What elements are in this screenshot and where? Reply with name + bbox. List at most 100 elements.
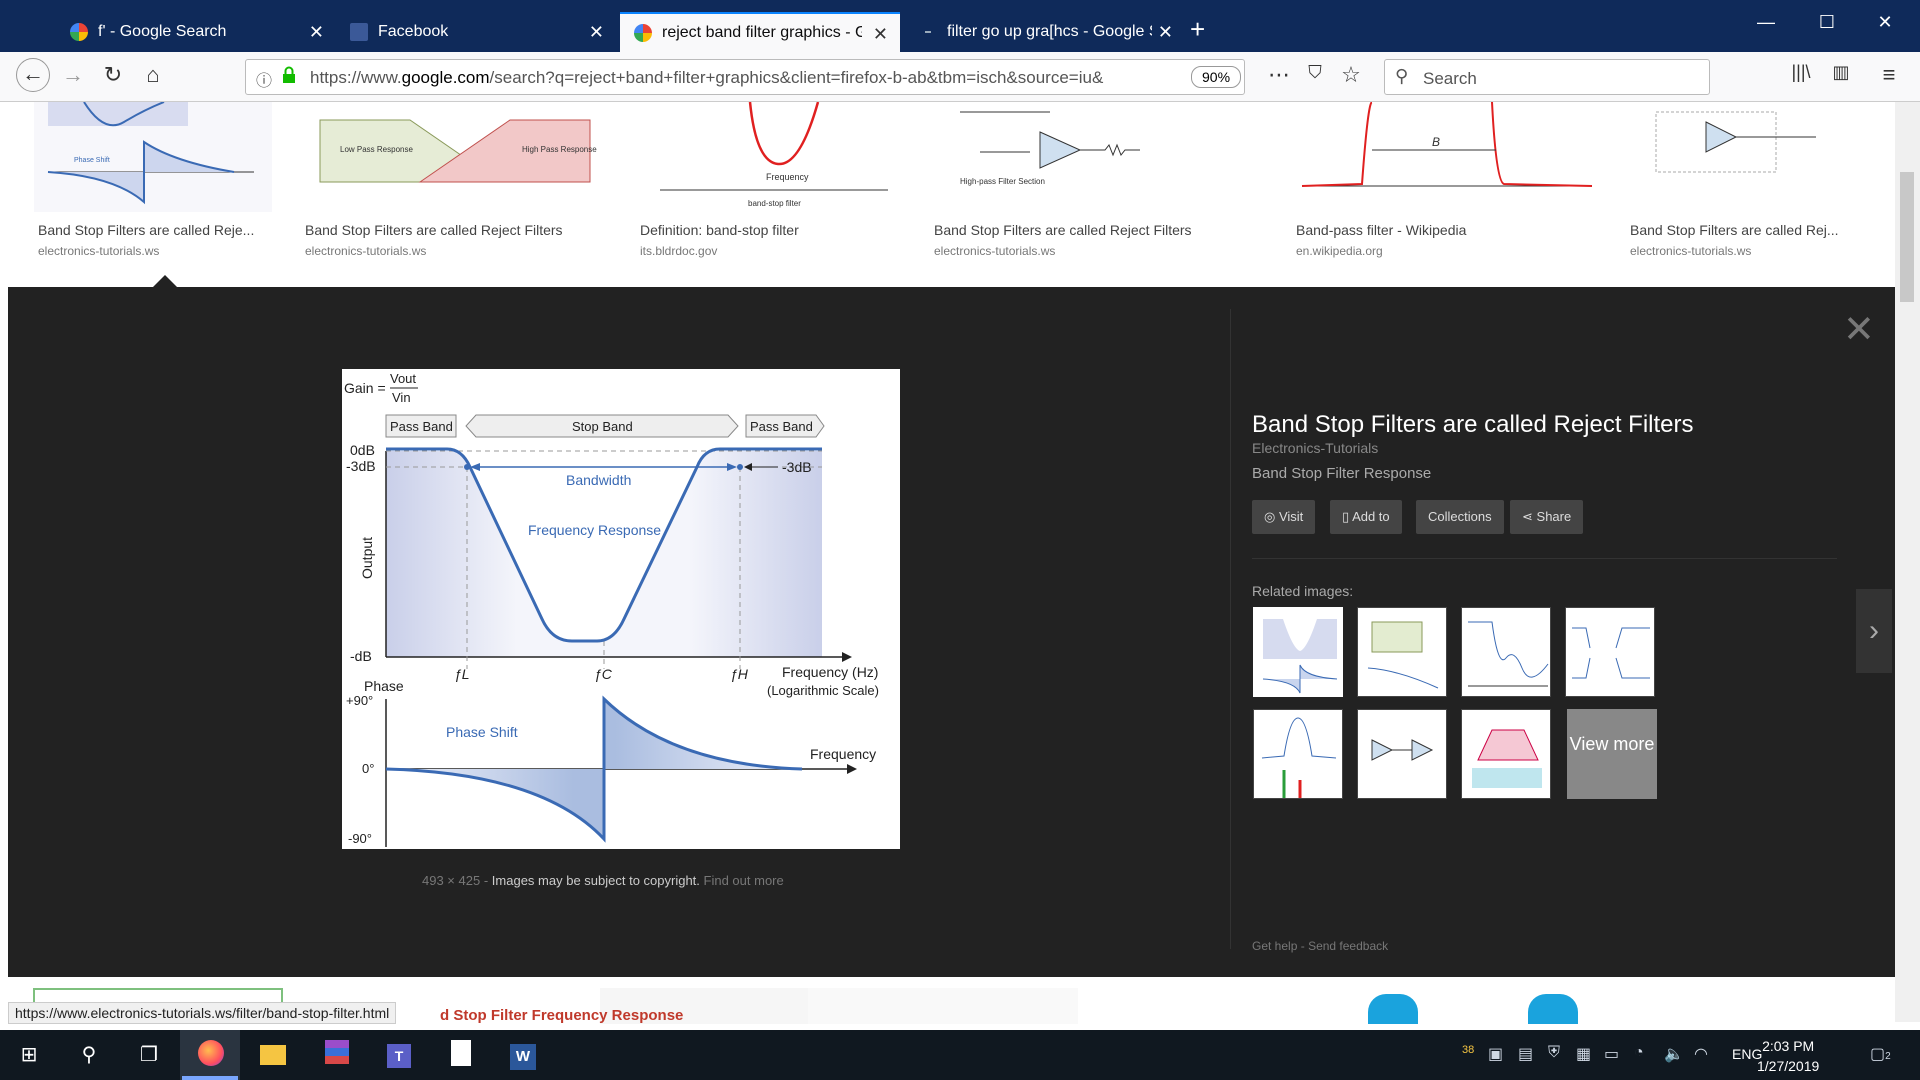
- minus90-label: -90°: [348, 831, 372, 846]
- related-image-3[interactable]: [1461, 607, 1551, 697]
- view-more-button[interactable]: View more: [1567, 709, 1657, 799]
- vout-label: Vout: [390, 371, 416, 386]
- image-results-strip: Phase Shift Band Stop Filters are called…: [8, 102, 1895, 287]
- result-thumb-3[interactable]: Frequency band-stop filter: [638, 102, 904, 212]
- search-box[interactable]: ⚲ Search: [1384, 59, 1710, 95]
- winrar-icon[interactable]: [322, 1040, 352, 1070]
- preview-title[interactable]: Band Stop Filters are called Reject Filt…: [1252, 411, 1694, 439]
- thumb-caption[interactable]: Band Stop Filters are called Rej...: [1630, 222, 1866, 238]
- bottom-thumb-5[interactable]: [1368, 994, 1418, 1024]
- network-tray-icon[interactable]: ▦: [1576, 1044, 1591, 1064]
- preview-site[interactable]: Electronics-Tutorials: [1252, 440, 1378, 456]
- related-image-4[interactable]: [1565, 607, 1655, 697]
- tab-google-search[interactable]: f' - Google Search ✕: [56, 12, 336, 52]
- result-thumb-6[interactable]: [1626, 102, 1866, 212]
- windows-start-icon[interactable]: ⊞: [14, 1040, 44, 1070]
- bandwidth-label: Bandwidth: [566, 472, 631, 488]
- close-tab-icon[interactable]: ✕: [309, 22, 324, 43]
- task-view-icon[interactable]: ❐: [134, 1040, 164, 1070]
- minimize-icon[interactable]: —: [1751, 12, 1781, 33]
- sidebar-icon[interactable]: ▥: [1826, 62, 1856, 83]
- scrollbar-thumb[interactable]: [1900, 172, 1914, 302]
- meeting-tray-icon[interactable]: ▤: [1518, 1044, 1533, 1064]
- add-to-button[interactable]: ▯ Add to: [1330, 500, 1402, 534]
- thumb-1-graphic: Phase Shift: [34, 102, 272, 212]
- fh-label: ƒH: [730, 666, 749, 682]
- wifi-tray-icon[interactable]: ◠: [1694, 1044, 1708, 1064]
- home-icon[interactable]: ⌂: [138, 62, 168, 88]
- search-taskbar-icon[interactable]: ⚲: [74, 1040, 104, 1070]
- related-image-1[interactable]: [1253, 607, 1343, 697]
- teams-icon[interactable]: T: [384, 1040, 414, 1070]
- result-thumb-1[interactable]: Phase Shift: [34, 102, 272, 212]
- reload-icon[interactable]: ↻: [98, 62, 128, 88]
- related-image-2[interactable]: [1357, 607, 1447, 697]
- collections-button[interactable]: Collections: [1416, 500, 1504, 534]
- url-bar[interactable]: ⓘ https://www.google.com/search?q=reject…: [245, 59, 1245, 95]
- library-icon[interactable]: |||\: [1786, 62, 1816, 83]
- bottom-thumb-6[interactable]: [1528, 994, 1578, 1024]
- result-thumb-2[interactable]: Low Pass Response High Pass Response: [300, 102, 606, 212]
- thumb-source: electronics-tutorials.ws: [305, 244, 427, 258]
- share-button[interactable]: ⋖ Share: [1510, 500, 1584, 534]
- close-tab-icon[interactable]: ✕: [873, 24, 888, 45]
- navigation-bar: ← → ↻ ⌂ ⓘ https://www.google.com/search?…: [0, 52, 1920, 102]
- related-image-5[interactable]: [1253, 709, 1343, 799]
- forward-icon[interactable]: →: [58, 62, 88, 88]
- stop-band-label: Stop Band: [572, 419, 633, 434]
- tab-filter-go-up[interactable]: filter go up gra[hcs - Google Se ✕: [905, 12, 1185, 52]
- teams-tray-icon[interactable]: ▣: [1488, 1044, 1503, 1064]
- thumb-caption[interactable]: Band-pass filter - Wikipedia: [1296, 222, 1596, 238]
- tab-facebook[interactable]: Facebook ✕: [336, 12, 616, 52]
- preview-image[interactable]: Gain = Vout Vin Pass Band Stop Band Pass…: [342, 369, 900, 849]
- related-image-7[interactable]: [1461, 709, 1551, 799]
- close-tab-icon[interactable]: ✕: [1158, 22, 1173, 43]
- thumb-3-label: Frequency: [766, 172, 809, 182]
- page-actions-icon[interactable]: ⋯: [1264, 62, 1294, 88]
- thumb-caption[interactable]: Band Stop Filters are called Reje...: [38, 222, 268, 238]
- zoom-indicator[interactable]: 90%: [1191, 66, 1242, 88]
- file-explorer-icon[interactable]: [258, 1040, 288, 1070]
- plus90-label: +90°: [346, 693, 373, 708]
- shield-tray-icon[interactable]: ⛨: [1548, 1044, 1560, 1062]
- next-image-arrow-icon[interactable]: ›: [1856, 589, 1892, 673]
- share-button-label: Share: [1536, 509, 1572, 524]
- related-2-graphic: [1358, 608, 1446, 696]
- visit-button[interactable]: ◎ Visit: [1252, 500, 1316, 534]
- maximize-icon[interactable]: ☐: [1812, 12, 1842, 33]
- tab-title: Facebook: [378, 23, 449, 40]
- volume-tray-icon[interactable]: 🔈: [1664, 1044, 1684, 1064]
- result-thumb-4[interactable]: High-pass Filter Section: [930, 102, 1230, 212]
- search-input[interactable]: Search: [1423, 69, 1477, 89]
- document-icon[interactable]: [446, 1040, 476, 1070]
- get-help-link[interactable]: Get help: [1252, 939, 1297, 953]
- tab-reject-band-filter[interactable]: reject band filter graphics - Go ✕: [620, 12, 900, 52]
- system-clock[interactable]: 2:03 PM 1/27/2019: [1757, 1036, 1819, 1076]
- result-thumb-5[interactable]: B: [1292, 102, 1600, 212]
- send-feedback-link[interactable]: Send feedback: [1308, 939, 1388, 953]
- info-icon[interactable]: ⓘ: [256, 67, 272, 91]
- tab-title: filter go up gra[hcs - Google Se: [947, 23, 1152, 40]
- page-scrollbar[interactable]: [1895, 102, 1920, 1022]
- loading-icon: [925, 31, 931, 33]
- find-out-more-link[interactable]: Find out more: [704, 873, 784, 888]
- close-preview-icon[interactable]: ✕: [1843, 307, 1875, 352]
- firefox-icon[interactable]: [196, 1040, 226, 1070]
- close-tab-icon[interactable]: ✕: [589, 22, 604, 43]
- bookmark-star-icon[interactable]: ☆: [1336, 62, 1366, 88]
- thumb-caption[interactable]: Band Stop Filters are called Reject Filt…: [305, 222, 605, 238]
- bottom-caption[interactable]: d Stop Filter Frequency Response: [440, 1007, 683, 1024]
- battery-tray-icon[interactable]: ▭: [1604, 1044, 1619, 1064]
- pocket-icon[interactable]: ⛉: [1300, 62, 1330, 83]
- close-window-icon[interactable]: ✕: [1870, 12, 1900, 33]
- menu-icon[interactable]: ≡: [1874, 62, 1904, 88]
- word-icon[interactable]: W: [508, 1040, 538, 1070]
- back-icon[interactable]: ←: [16, 58, 50, 92]
- clock-tray-icon[interactable]: ◔: [1634, 1044, 1644, 1062]
- thumb-caption[interactable]: Band Stop Filters are called Reject Filt…: [934, 222, 1224, 238]
- new-tab-icon[interactable]: +: [1190, 14, 1205, 45]
- thumb-caption[interactable]: Definition: band-stop filter: [640, 222, 900, 238]
- related-image-6[interactable]: [1357, 709, 1447, 799]
- notifications-icon[interactable]: ▢2: [1870, 1044, 1891, 1064]
- bottom-thumb-4[interactable]: [808, 988, 1078, 1024]
